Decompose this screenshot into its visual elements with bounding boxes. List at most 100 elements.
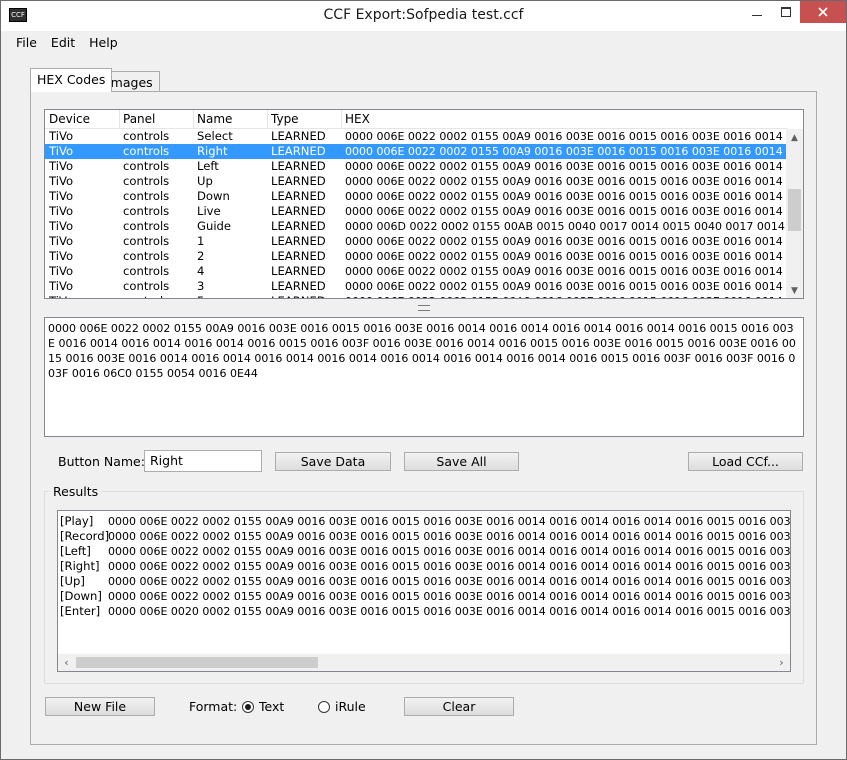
results-lines: [Play] 0000 006E 0022 0002 0155 00A9 0016…	[60, 514, 790, 619]
cell-hex: 0000 006D 0022 0002 0155 00AB 0015 0040 …	[345, 220, 788, 233]
scroll-down-icon[interactable]: ▼	[786, 282, 803, 298]
radio-dot	[245, 703, 251, 710]
column-divider[interactable]	[267, 110, 268, 129]
cell-device: TiVo	[49, 264, 74, 278]
cell-panel: controls	[123, 234, 170, 248]
table-row[interactable]: TiVo controls Guide LEARNED 0000 006D 0022 0…	[45, 219, 788, 234]
list-vertical-scrollbar[interactable]: ▲ ▼	[786, 129, 803, 298]
scroll-thumb[interactable]	[788, 189, 801, 231]
scroll-thumb[interactable]	[76, 657, 318, 668]
splitter-handle[interactable]	[418, 305, 430, 311]
cell-name: 3	[197, 279, 205, 293]
cell-name: Left	[197, 159, 219, 173]
radio-checked-icon	[242, 700, 254, 713]
column-header-panel[interactable]: Panel	[123, 112, 155, 126]
save-all-button[interactable]: Save All	[404, 452, 519, 471]
result-key: [Right]	[60, 559, 100, 573]
results-text-area[interactable]: [Play] 0000 006E 0022 0002 0155 00A9 0016…	[57, 510, 791, 672]
cell-name: Live	[197, 204, 221, 218]
cell-panel: controls	[123, 219, 170, 233]
menu-edit[interactable]: Edit	[44, 35, 82, 50]
result-hex: 0000 006E 0022 0002 0155 00A9 0016 003E …	[108, 560, 790, 573]
table-row[interactable]: TiVo controls 2 LEARNED 0000 006E 0022 0002 …	[45, 249, 788, 264]
save-data-button[interactable]: Save Data	[275, 452, 391, 471]
cell-name: Guide	[197, 219, 232, 233]
table-row[interactable]: TiVo controls 4 LEARNED 0000 006E 0022 0002 …	[45, 264, 788, 279]
cell-type: LEARNED	[271, 204, 326, 218]
radio-unchecked-icon	[318, 700, 330, 713]
minimize-button[interactable]	[742, 1, 771, 23]
table-row[interactable]: TiVo controls Select LEARNED 0000 006E 0022 …	[45, 129, 788, 144]
maximize-button[interactable]	[771, 1, 800, 23]
result-key: [Enter]	[60, 604, 101, 618]
cell-device: TiVo	[49, 234, 74, 248]
list-header: Device Panel Name Type HEX	[45, 110, 788, 129]
column-header-type[interactable]: Type	[271, 112, 299, 126]
cell-name: Select	[197, 129, 233, 143]
cell-hex: 0000 006E 0022 0002 0155 00A9 0016 003E …	[345, 160, 788, 173]
cell-panel: controls	[123, 189, 170, 203]
scroll-left-icon[interactable]: ‹	[58, 654, 75, 671]
button-name-input[interactable]: Right	[144, 450, 262, 472]
cell-hex: 0000 006E 0022 0002 0155 00A9 0016 003E …	[345, 130, 788, 143]
load-ccf-button[interactable]: Load CCf...	[688, 452, 803, 471]
cell-type: LEARNED	[271, 174, 326, 188]
cell-device: TiVo	[49, 219, 74, 233]
window-title: CCF Export:Sofpedia test.ccf	[323, 7, 524, 23]
code-list[interactable]: Device Panel Name Type HEX TiVo controls S…	[44, 109, 804, 299]
cell-panel: controls	[123, 279, 170, 293]
cell-panel: controls	[123, 249, 170, 263]
cell-type: LEARNED	[271, 294, 341, 298]
cell-name: Right	[197, 144, 228, 158]
table-row[interactable]: TiVo controls Left LEARNED 0000 006E 0022 00…	[45, 159, 788, 174]
cell-hex: 0000 006E 0022 0002 0155 00A9 0016 003E …	[345, 250, 788, 263]
format-text-label: Text	[259, 699, 285, 714]
cell-device: TiVo	[49, 204, 74, 218]
list-item: [Up] 0000 006E 0022 0002 0155 00A9 0016 0…	[60, 574, 790, 589]
list-item: [Enter] 0000 006E 0020 0002 0155 00A9 001…	[60, 604, 790, 619]
tab-hex-codes[interactable]: HEX Codes	[30, 68, 113, 92]
table-row[interactable]: TiVo controls Right LEARNED 0000 006E 0022 0…	[45, 144, 788, 159]
cell-name: Up	[197, 174, 213, 188]
hex-text-area[interactable]: 0000 006E 0022 0002 0155 00A9 0016 003E …	[44, 317, 804, 437]
column-header-name[interactable]: Name	[197, 112, 232, 126]
table-row[interactable]: TiVo controls Up LEARNED 0000 006E 0022 0002…	[45, 174, 788, 189]
cell-device: TiVo	[49, 249, 74, 263]
format-irule-label: iRule	[335, 699, 366, 714]
menu-help[interactable]: Help	[82, 35, 125, 50]
table-row[interactable]: TiVo controls 1 LEARNED 0000 006E 0022 0002 …	[45, 234, 788, 249]
list-item: [Record]0000 006E 0022 0002 0155 00A9 00…	[60, 529, 790, 544]
cell-name: Down	[197, 189, 230, 203]
table-row[interactable]: TiVo controls Live LEARNED 0000 006E 0022 00…	[45, 204, 788, 219]
cell-type: LEARNED	[271, 264, 326, 278]
menu-file[interactable]: File	[9, 35, 44, 50]
cell-device: TiVo	[49, 144, 74, 158]
column-header-device[interactable]: Device	[49, 112, 90, 126]
cell-panel: controls	[123, 174, 170, 188]
clear-button[interactable]: Clear	[404, 697, 514, 716]
cell-name: 4	[197, 264, 205, 278]
table-row[interactable]: TiVo controls 5 LEARNED 0000 006E 0022 0002 …	[45, 294, 788, 298]
cell-type: LEARNED	[271, 144, 326, 158]
cell-hex: 0000 006E 0022 0002 0155 00A9 0016 003E …	[345, 175, 788, 188]
format-label: Format:	[189, 699, 238, 714]
column-header-hex[interactable]: HEX	[345, 112, 370, 126]
scroll-up-icon[interactable]: ▲	[786, 129, 803, 146]
list-item: [Play] 0000 006E 0022 0002 0155 00A9 0016…	[60, 514, 790, 529]
cell-panel: controls	[123, 264, 170, 278]
column-divider[interactable]	[119, 110, 120, 129]
close-button[interactable]	[800, 1, 846, 23]
format-irule-radio[interactable]: iRule	[318, 699, 366, 714]
column-divider[interactable]	[341, 110, 342, 129]
result-key: [Record]	[60, 529, 110, 543]
cell-name: 5	[197, 294, 267, 298]
table-row[interactable]: TiVo controls Down LEARNED 0000 006E 0022 00…	[45, 189, 788, 204]
new-file-button[interactable]: New File	[45, 697, 155, 716]
title-bar[interactable]: CCF CCF Export:Sofpedia test.ccf	[1, 1, 846, 31]
format-text-radio[interactable]: Text	[242, 699, 284, 714]
scroll-right-icon[interactable]: ›	[773, 654, 790, 671]
result-hex: 0000 006E 0020 0002 0155 00A9 0016 003E …	[108, 605, 790, 618]
table-row[interactable]: TiVo controls 3 LEARNED 0000 006E 0022 0002 …	[45, 279, 788, 294]
results-horizontal-scrollbar[interactable]: ‹ ›	[58, 654, 790, 671]
column-divider[interactable]	[193, 110, 194, 129]
